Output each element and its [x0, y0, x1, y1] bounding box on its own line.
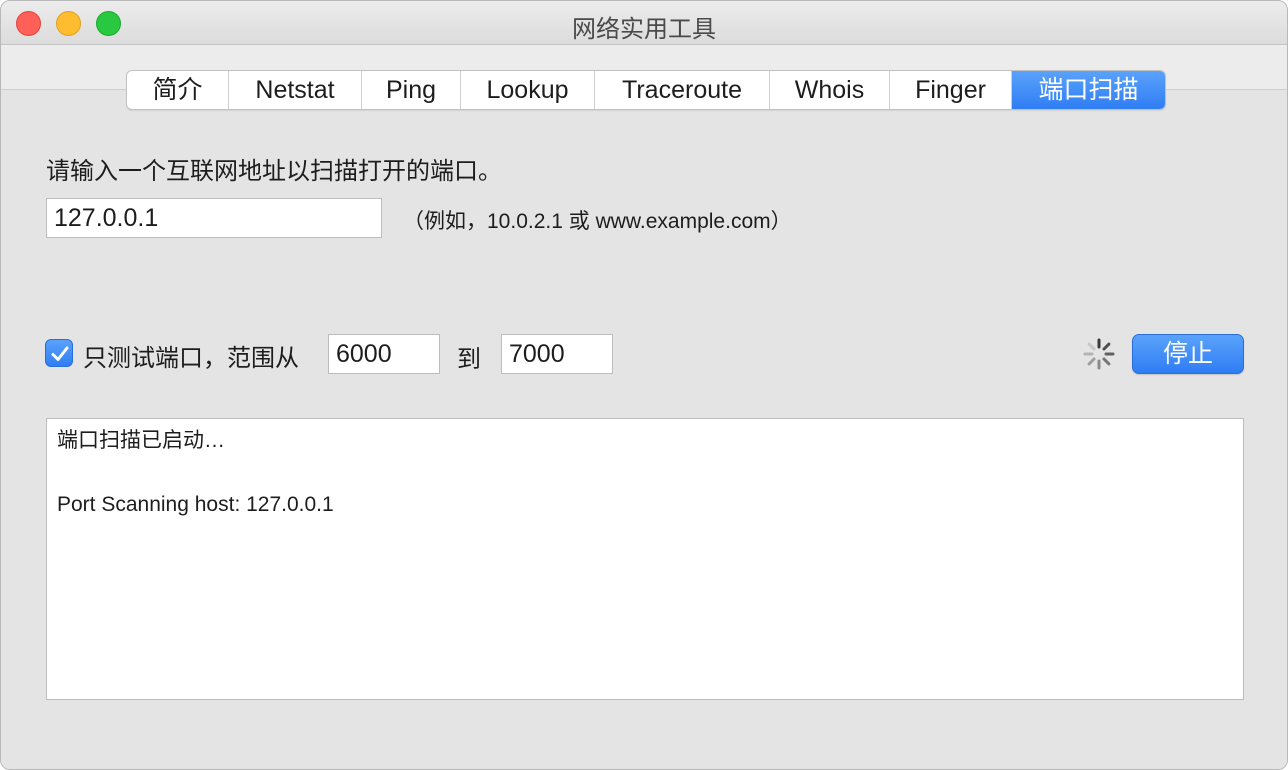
- tab-port-scan[interactable]: 端口扫描: [1012, 71, 1165, 109]
- port-range-label: 只测试端口，范围从: [83, 344, 299, 372]
- address-prompt: 请输入一个互联网地址以扫描打开的端口。: [46, 157, 502, 185]
- checkmark-icon: [51, 346, 69, 361]
- tab-netstat[interactable]: Netstat: [229, 71, 362, 109]
- host-address-input[interactable]: 127.0.0.1: [46, 198, 382, 238]
- tab-bar: 简介 Netstat Ping Lookup Traceroute Whois …: [126, 70, 1166, 110]
- tab-ping[interactable]: Ping: [362, 71, 461, 109]
- port-range-from-input[interactable]: 6000: [328, 334, 440, 374]
- title-bar[interactable]: 网络实用工具: [1, 1, 1287, 45]
- network-utility-window: 网络实用工具 简介 Netstat Ping Lookup Traceroute…: [0, 0, 1288, 770]
- port-range-to-label: 到: [457, 345, 481, 373]
- port-range-checkbox[interactable]: [45, 339, 73, 367]
- tab-whois[interactable]: Whois: [770, 71, 890, 109]
- stop-button[interactable]: 停止: [1132, 334, 1244, 374]
- address-example-hint: （例如，10.0.2.1 或 www.example.com）: [403, 210, 792, 233]
- tab-info[interactable]: 简介: [127, 71, 229, 109]
- scan-output-area[interactable]: 端口扫描已启动… Port Scanning host: 127.0.0.1: [46, 418, 1244, 700]
- progress-spinner-icon: [1083, 338, 1115, 370]
- output-line: 端口扫描已启动…: [57, 429, 225, 452]
- tab-lookup[interactable]: Lookup: [461, 71, 595, 109]
- port-range-to-input[interactable]: 7000: [501, 334, 613, 374]
- output-line: Port Scanning host: 127.0.0.1: [57, 493, 334, 516]
- window-title: 网络实用工具: [572, 15, 716, 43]
- tab-traceroute[interactable]: Traceroute: [595, 71, 770, 109]
- tab-finger[interactable]: Finger: [890, 71, 1012, 109]
